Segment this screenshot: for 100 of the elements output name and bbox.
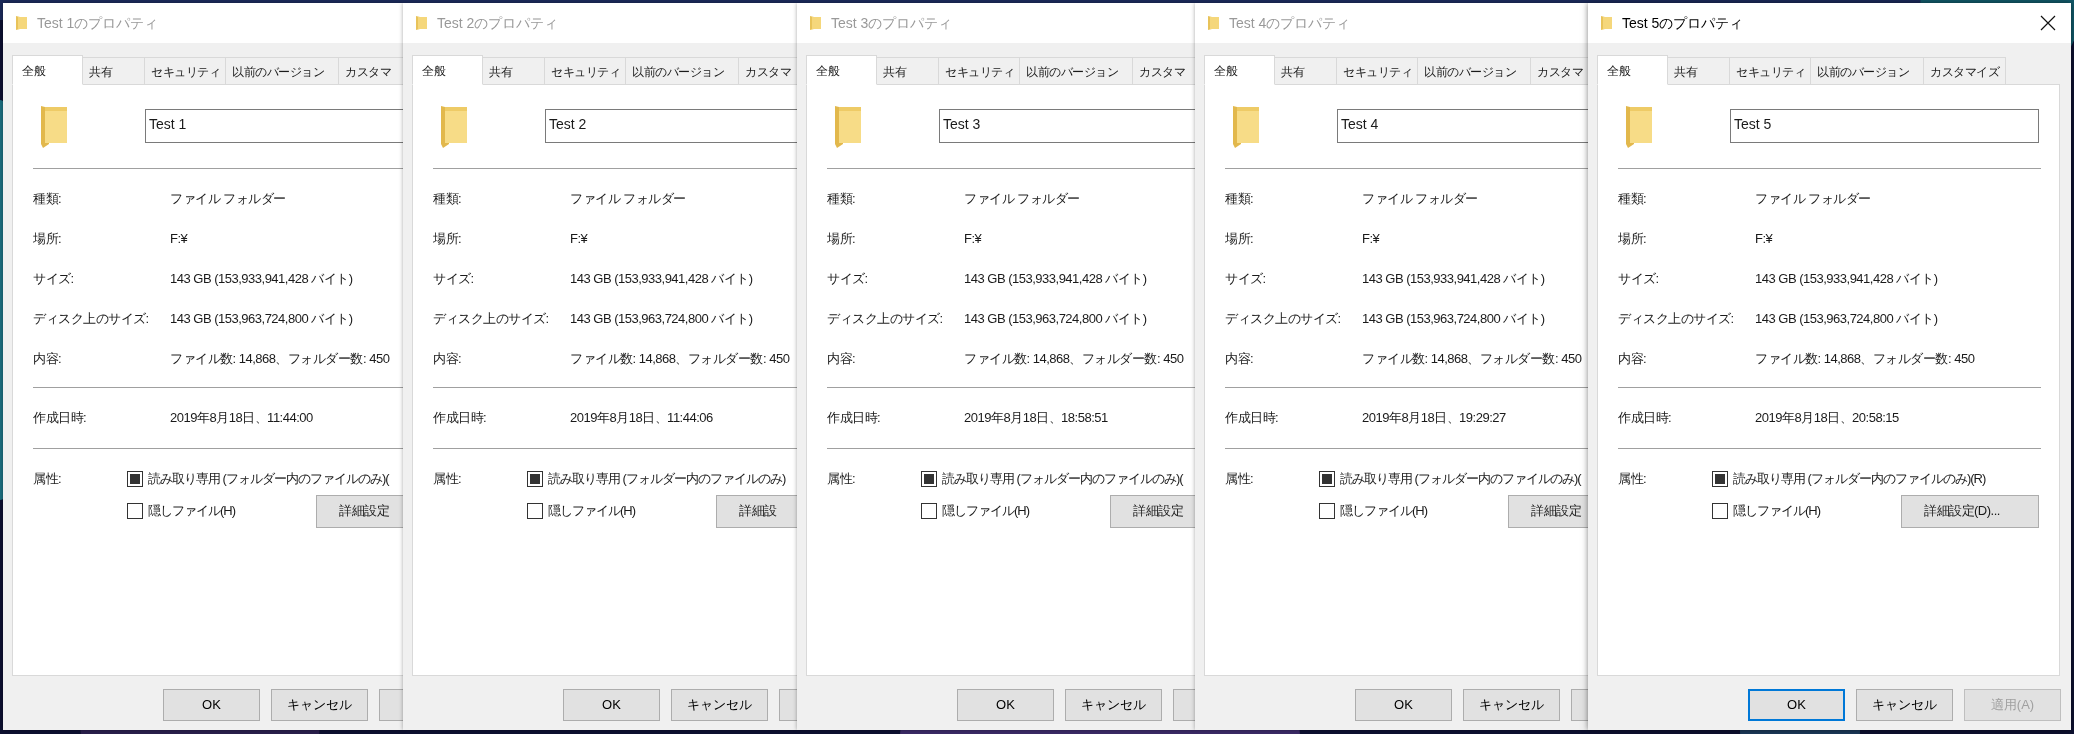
property-value: ファイル フォルダー bbox=[570, 190, 686, 209]
checkbox-label[interactable]: 隠しファイル(H) bbox=[1733, 501, 1821, 521]
dialog-button[interactable]: OK bbox=[163, 689, 260, 721]
checkbox-label[interactable]: 読み取り専用 (フォルダー内のファイルのみ)( bbox=[148, 469, 389, 489]
checkbox-label[interactable]: 隠しファイル(H) bbox=[548, 501, 636, 521]
dialog-button[interactable]: OK bbox=[1355, 689, 1452, 721]
advanced-button[interactable]: 詳細設定 bbox=[1110, 494, 1195, 528]
window-title: Test 1のプロパティ bbox=[37, 13, 159, 33]
name-field[interactable]: Test 2 bbox=[545, 109, 797, 143]
checkbox[interactable] bbox=[1319, 471, 1335, 487]
property-label: 内容: bbox=[33, 350, 63, 369]
property-value: 143 GB (153,933,941,428 バイト) bbox=[570, 270, 753, 289]
checkbox-label[interactable]: 読み取り専用 (フォルダー内のファイルのみ) bbox=[548, 469, 786, 489]
tab[interactable]: カスタマ bbox=[738, 57, 797, 84]
property-value: 2019年8月18日、19:29:27 bbox=[1362, 409, 1506, 428]
property-label: 作成日時: bbox=[827, 409, 882, 428]
name-field[interactable]: Test 3 bbox=[939, 109, 1195, 143]
property-label: ディスク上のサイズ: bbox=[433, 310, 550, 329]
dialog-button[interactable]: OK bbox=[1748, 689, 1845, 721]
dialog-button[interactable]: OK bbox=[957, 689, 1054, 721]
folder-icon bbox=[1232, 104, 1260, 148]
property-value: 143 GB (153,933,941,428 バイト) bbox=[964, 270, 1147, 289]
name-field[interactable]: Test 5 bbox=[1730, 109, 2039, 143]
property-label: 場所: bbox=[433, 230, 463, 249]
property-value: 143 GB (153,963,724,800 バイト) bbox=[1755, 310, 1938, 329]
checkbox[interactable] bbox=[1712, 503, 1728, 519]
folder-icon bbox=[15, 15, 27, 31]
folder-icon bbox=[440, 104, 468, 148]
property-value: F:¥ bbox=[570, 230, 588, 249]
window-title: Test 2のプロパティ bbox=[437, 13, 559, 33]
property-label: 場所: bbox=[827, 230, 857, 249]
property-value: F:¥ bbox=[170, 230, 188, 249]
folder-icon bbox=[834, 104, 862, 148]
property-label: 場所: bbox=[1225, 230, 1255, 249]
checkbox[interactable] bbox=[127, 503, 143, 519]
tab[interactable]: カスタマイズ bbox=[1923, 57, 2006, 84]
dialog-button[interactable]: キャンセル bbox=[1856, 689, 1953, 721]
name-field[interactable]: Test 4 bbox=[1337, 109, 1588, 143]
folder-icon bbox=[1207, 15, 1219, 31]
checkbox-label[interactable]: 隠しファイル(H) bbox=[1340, 501, 1428, 521]
dialog-button[interactable]: キャンセル bbox=[1065, 689, 1162, 721]
property-value: 143 GB (153,963,724,800 バイト) bbox=[1362, 310, 1545, 329]
checkbox[interactable] bbox=[527, 503, 543, 519]
property-label: 作成日時: bbox=[33, 409, 88, 428]
folder-icon bbox=[415, 15, 427, 31]
tab[interactable]: カスタマ bbox=[1530, 57, 1588, 84]
property-value: 2019年8月18日、11:44:00 bbox=[170, 409, 313, 428]
property-value: ファイル数: 14,868、フォルダー数: 450 bbox=[170, 350, 390, 369]
checkbox-label[interactable]: 隠しファイル(H) bbox=[942, 501, 1030, 521]
property-label: サイズ: bbox=[827, 270, 869, 289]
checkbox[interactable] bbox=[1712, 471, 1728, 487]
property-label: 場所: bbox=[33, 230, 63, 249]
checkbox-label[interactable]: 隠しファイル(H) bbox=[148, 501, 236, 521]
dialog-button[interactable]: キャンセル bbox=[1463, 689, 1560, 721]
property-label: サイズ: bbox=[1618, 270, 1660, 289]
checkbox-label[interactable]: 読み取り専用 (フォルダー内のファイルのみ)( bbox=[942, 469, 1183, 489]
property-label: 内容: bbox=[1225, 350, 1255, 369]
checkbox-label[interactable]: 読み取り専用 (フォルダー内のファイルのみ)(R) bbox=[1733, 469, 1986, 489]
advanced-button[interactable]: 詳細設 bbox=[716, 494, 797, 528]
tab[interactable]: 全般 bbox=[806, 55, 877, 85]
checkbox[interactable] bbox=[921, 471, 937, 487]
folder-icon bbox=[1600, 15, 1612, 31]
property-value: ファイル フォルダー bbox=[1362, 190, 1478, 209]
property-label: 作成日時: bbox=[1225, 409, 1280, 428]
property-label: 内容: bbox=[827, 350, 857, 369]
checkbox[interactable] bbox=[127, 471, 143, 487]
dialog-button[interactable]: キャンセル bbox=[271, 689, 368, 721]
tab[interactable]: 全般 bbox=[412, 55, 483, 85]
folder-icon bbox=[40, 104, 68, 148]
tab[interactable]: 全般 bbox=[1597, 55, 1668, 85]
property-label: 種類: bbox=[1618, 190, 1648, 209]
tab[interactable]: カスタマ bbox=[1132, 57, 1195, 84]
property-label: 内容: bbox=[1618, 350, 1648, 369]
property-value: ファイル数: 14,868、フォルダー数: 450 bbox=[570, 350, 790, 369]
dialog-button[interactable]: キャンセル bbox=[671, 689, 768, 721]
property-value: 143 GB (153,933,941,428 バイト) bbox=[1362, 270, 1545, 289]
name-field[interactable]: Test 1 bbox=[145, 109, 403, 143]
close-icon[interactable] bbox=[2039, 14, 2057, 32]
advanced-button[interactable]: 詳細設定 bbox=[1508, 494, 1588, 528]
property-label: ディスク上のサイズ: bbox=[827, 310, 944, 329]
property-value: 143 GB (153,963,724,800 バイト) bbox=[570, 310, 753, 329]
checkbox-label[interactable]: 読み取り専用 (フォルダー内のファイルのみ)( bbox=[1340, 469, 1581, 489]
property-label: サイズ: bbox=[1225, 270, 1267, 289]
property-label: 種類: bbox=[33, 190, 63, 209]
tab[interactable]: カスタマ bbox=[338, 57, 403, 84]
property-value: 143 GB (153,933,941,428 バイト) bbox=[1755, 270, 1938, 289]
advanced-button[interactable]: 詳細設定 bbox=[316, 494, 403, 528]
property-value: ファイル フォルダー bbox=[964, 190, 1080, 209]
checkbox[interactable] bbox=[527, 471, 543, 487]
checkbox[interactable] bbox=[921, 503, 937, 519]
property-value: ファイル数: 14,868、フォルダー数: 450 bbox=[964, 350, 1184, 369]
tab[interactable]: 全般 bbox=[1204, 55, 1275, 85]
property-label: サイズ: bbox=[33, 270, 75, 289]
dialog-button[interactable]: OK bbox=[563, 689, 660, 721]
checkbox[interactable] bbox=[1319, 503, 1335, 519]
advanced-button[interactable]: 詳細設定(D)... bbox=[1901, 494, 2039, 528]
property-label: 内容: bbox=[433, 350, 463, 369]
tab[interactable]: 全般 bbox=[12, 55, 83, 85]
folder-icon bbox=[809, 15, 821, 31]
property-value: 2019年8月18日、20:58:15 bbox=[1755, 409, 1899, 428]
